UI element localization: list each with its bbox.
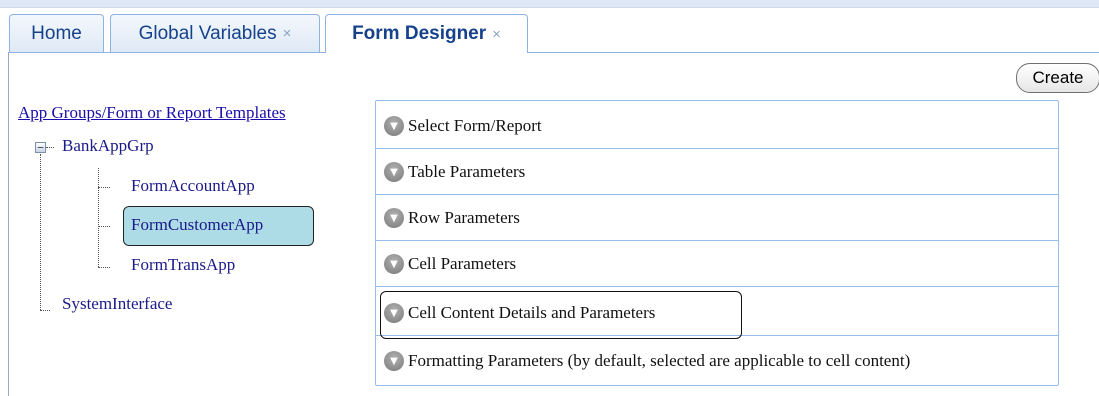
tree-root-link[interactable]: App Groups/Form or Report Templates <box>18 103 286 123</box>
section-label: Row Parameters <box>408 207 520 227</box>
close-icon[interactable]: × <box>283 25 292 42</box>
tree-node-formtransapp[interactable]: FormTransApp <box>131 255 235 275</box>
tab-label: Home <box>31 22 82 44</box>
left-border <box>8 52 9 396</box>
tree-connector <box>40 154 41 310</box>
tree-node-formaccountapp[interactable]: FormAccountApp <box>131 176 255 196</box>
tree-connector <box>98 187 110 188</box>
tab-global-variables[interactable]: Global Variables × <box>110 14 320 52</box>
tree-connector <box>98 226 110 227</box>
chevron-down-icon: ▼ <box>384 302 404 323</box>
chevron-down-icon: ▼ <box>384 115 404 136</box>
tree-connector <box>98 168 99 267</box>
tab-form-designer[interactable]: Form Designer × <box>325 14 528 53</box>
chevron-down-icon: ▼ <box>384 253 404 274</box>
section-select-form-report[interactable]: ▼ Select Form/Report <box>376 103 1058 149</box>
chevron-down-icon: ▼ <box>384 161 404 182</box>
top-strip <box>0 0 1099 8</box>
tab-label: Global Variables <box>138 22 277 44</box>
collapse-icon[interactable]: − <box>35 142 46 153</box>
tab-bar: Home Global Variables × Form Designer × <box>8 14 1099 53</box>
section-cell-content-details[interactable]: ▼ Cell Content Details and Parameters <box>376 290 1058 336</box>
section-label: Table Parameters <box>408 161 526 181</box>
tree-connector <box>40 310 50 311</box>
section-formatting-parameters[interactable]: ▼ Formatting Parameters (by default, sel… <box>376 338 1058 384</box>
tree-connector <box>46 147 54 148</box>
section-label: Cell Parameters <box>408 253 517 273</box>
section-table-parameters[interactable]: ▼ Table Parameters <box>376 149 1058 195</box>
tree-node-formcustomerapp[interactable]: FormCustomerApp <box>131 215 263 235</box>
create-button[interactable]: Create <box>1016 63 1099 93</box>
section-label: Cell Content Details and Parameters <box>408 302 656 322</box>
tree-node-bankappgrp[interactable]: BankAppGrp <box>62 136 154 156</box>
tree-node-systeminterface[interactable]: SystemInterface <box>62 294 172 314</box>
close-icon[interactable]: × <box>492 26 501 43</box>
section-cell-parameters[interactable]: ▼ Cell Parameters <box>376 241 1058 287</box>
tab-label: Form Designer <box>352 23 487 44</box>
section-label: Formatting Parameters (by default, selec… <box>408 351 911 370</box>
section-label: Select Form/Report <box>408 115 542 135</box>
section-row-parameters[interactable]: ▼ Row Parameters <box>376 195 1058 241</box>
chevron-down-icon: ▼ <box>384 351 404 371</box>
chevron-down-icon: ▼ <box>384 207 404 228</box>
tree-connector <box>98 267 110 268</box>
tab-home[interactable]: Home <box>9 14 104 52</box>
